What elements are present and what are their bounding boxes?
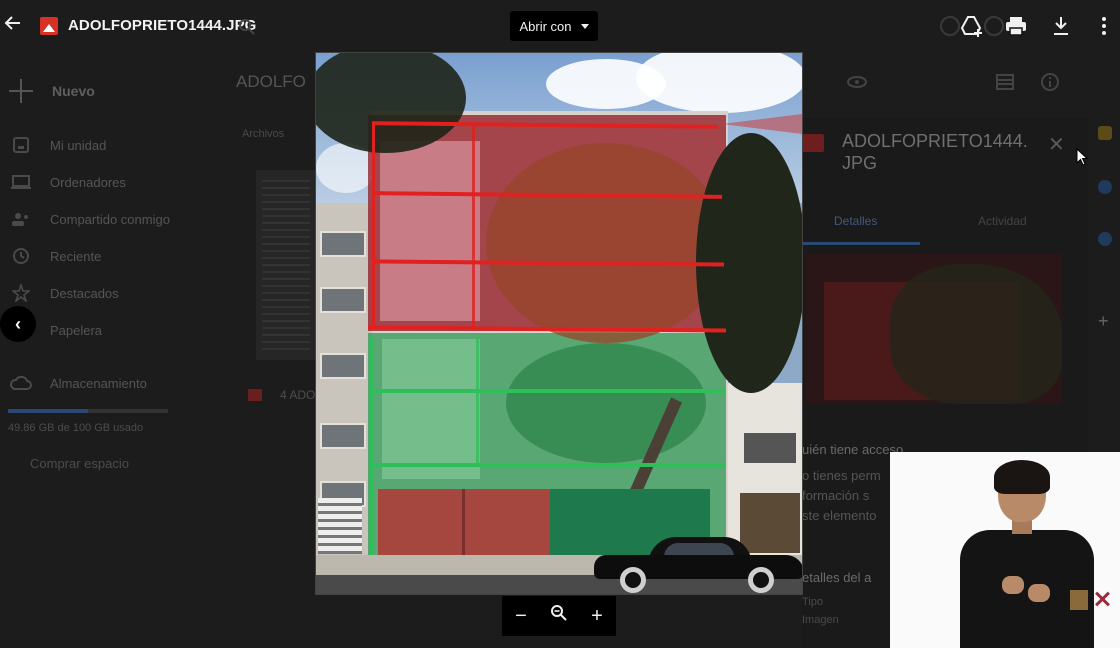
details-preview — [806, 254, 1062, 404]
file-name: ADOLFOPRIETO1444.JPG — [68, 17, 257, 34]
file-details-heading: etalles del a — [802, 570, 872, 585]
car — [594, 535, 802, 593]
tab-activity[interactable]: Actividad — [978, 214, 1027, 228]
type-value: Imagen — [802, 614, 839, 626]
add-icon[interactable]: + — [1098, 312, 1112, 330]
zoom-out-button[interactable]: − — [506, 605, 536, 628]
new-button[interactable]: Nuevo — [8, 78, 95, 104]
plus-icon — [8, 78, 34, 104]
drive-icon — [10, 134, 32, 156]
viewer-toolbar: ADOLFOPRIETO1444.JPG Abrir con — [0, 0, 1120, 54]
computer-icon — [10, 171, 32, 193]
file-row-name: 4 ADO — [280, 388, 316, 402]
folder-title: ADOLFO — [236, 72, 306, 91]
back-arrow-icon[interactable] — [4, 14, 24, 38]
sidebar-item-recent[interactable]: Reciente — [8, 241, 208, 271]
access-text-line-1: o tienes perm — [802, 468, 881, 483]
sidebar-item-computers[interactable]: Ordenadores — [8, 167, 208, 197]
image-file-icon — [802, 134, 824, 152]
access-text-line-3: ste elemento — [802, 508, 877, 523]
sidebar-item-label: Reciente — [50, 248, 102, 264]
zoom-controls: − + — [502, 596, 616, 636]
new-button-label: Nuevo — [52, 83, 95, 99]
access-text-line-2: formación s — [802, 488, 870, 503]
keep-icon[interactable] — [1098, 126, 1112, 140]
storage-bar — [8, 409, 168, 413]
tab-details[interactable]: Detalles — [834, 214, 877, 228]
sidebar-item-trash[interactable]: Papelera — [8, 315, 208, 345]
chevron-left-icon[interactable]: ‹ — [0, 306, 36, 342]
mouse-cursor-icon — [1076, 148, 1088, 166]
emblem-logo — [1070, 590, 1088, 610]
file-row[interactable]: 4 ADO — [248, 388, 315, 402]
sidebar-item-label: Ordenadores — [50, 174, 126, 190]
more-vert-icon[interactable] — [1092, 14, 1116, 38]
zoom-in-button[interactable]: + — [582, 605, 612, 628]
open-with-label: Abrir con — [519, 18, 572, 34]
open-with-button[interactable]: Abrir con — [510, 11, 598, 41]
sign-language-interpreter — [890, 452, 1120, 648]
sidebar-item-storage[interactable]: Almacenamiento — [8, 368, 208, 398]
sidebar-item-shared[interactable]: Compartido conmigo — [8, 204, 208, 234]
sidebar-item-my-drive[interactable]: Mi unidad — [8, 130, 208, 160]
contacts-icon[interactable] — [1098, 232, 1112, 246]
download-icon[interactable] — [1049, 14, 1073, 38]
sidebar-item-label: Mi unidad — [50, 137, 107, 153]
tab-indicator — [802, 242, 920, 245]
add-to-drive-icon[interactable] — [960, 14, 984, 38]
grid-view-icon — [996, 74, 1014, 90]
storage-text: 49.86 GB de 100 GB usado — [8, 422, 144, 434]
search-icon — [239, 19, 255, 35]
image-file-icon — [248, 389, 262, 401]
tasks-icon[interactable] — [1098, 180, 1112, 194]
caret-down-icon — [580, 23, 589, 29]
storage-label: Almacenamiento — [50, 375, 147, 391]
people-icon — [10, 208, 32, 230]
cloud-icon — [10, 372, 32, 394]
zoom-icon[interactable] — [544, 604, 574, 628]
close-icon[interactable]: ✕ — [1048, 132, 1065, 157]
decorative-shape — [722, 114, 802, 134]
sidebar-item-label: Destacados — [50, 285, 119, 301]
sidebar: Nuevo Mi unidad Ordenadores Compartido c… — [0, 56, 220, 648]
info-icon — [1041, 73, 1059, 91]
sidebar-item-starred[interactable]: Destacados — [8, 278, 208, 308]
details-title: ADOLFOPRIETO1444.JPG — [842, 131, 1028, 173]
files-tab[interactable]: Archivos — [242, 128, 284, 140]
type-label: Tipo — [802, 596, 823, 608]
cdmx-logo — [1094, 590, 1110, 608]
sidebar-item-label: Compartido conmigo — [50, 211, 170, 227]
sidebar-item-label: Papelera — [50, 322, 103, 338]
image-file-icon — [40, 17, 58, 35]
storage-bar-fill — [8, 409, 88, 413]
file-thumbnail[interactable] — [256, 170, 316, 360]
star-icon — [10, 282, 32, 304]
buy-storage-button[interactable]: Comprar espacio — [30, 456, 129, 471]
print-icon[interactable] — [1004, 14, 1028, 38]
eye-icon — [847, 76, 867, 88]
access-heading: uién tiene acceso — [802, 442, 904, 457]
clock-icon — [10, 245, 32, 267]
